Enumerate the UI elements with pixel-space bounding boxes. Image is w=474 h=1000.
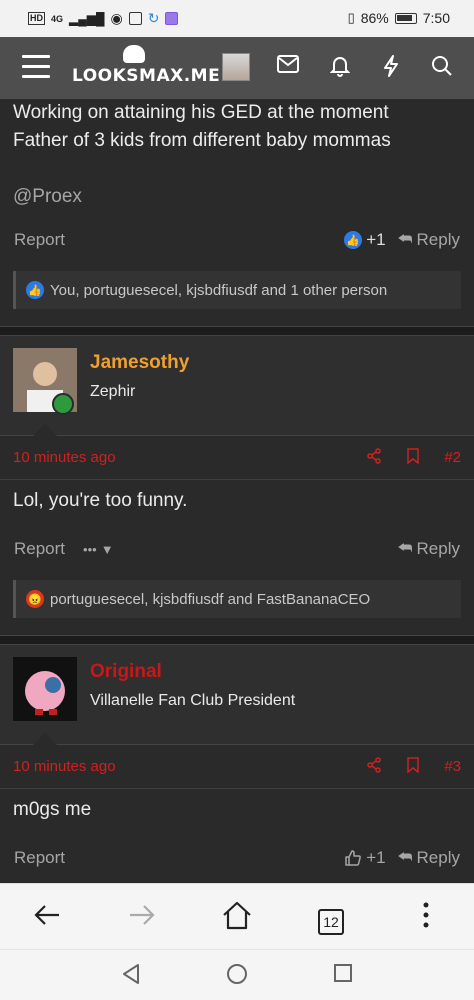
back-arrow-icon[interactable]	[29, 900, 65, 936]
status-bar: HD 4G ▂▄▆█ ◉ ↻ ▯ 86% 7:50	[0, 0, 474, 37]
vibrate-icon: ▯	[347, 10, 355, 25]
reply-icon: ⮪	[397, 540, 413, 557]
post-actions: Report ••• ▼ ⮪ Reply	[0, 534, 474, 564]
forward-arrow-icon[interactable]	[124, 900, 160, 936]
reactions-bar[interactable]: 😠 portuguesecel, kjsbdfiusdf and FastBan…	[13, 580, 461, 618]
search-icon[interactable]	[430, 55, 454, 79]
eye-icon: ◉	[110, 10, 123, 26]
post-divider	[0, 326, 474, 336]
bookmark-icon[interactable]	[406, 447, 420, 468]
username[interactable]: Original	[90, 661, 162, 683]
like-button[interactable]: +1	[344, 848, 386, 868]
post-meta: 10 minutes ago #2	[0, 436, 474, 480]
system-home-icon[interactable]	[225, 963, 249, 987]
user-title: Zephir	[90, 383, 136, 400]
user-block: Jamesothy Zephir	[0, 336, 474, 436]
bolt-icon[interactable]	[379, 55, 403, 79]
battery-percent: 86%	[360, 10, 389, 26]
reply-label: Reply	[416, 539, 460, 558]
browser-toolbar: 12	[0, 883, 474, 949]
report-link[interactable]: Report	[14, 539, 65, 559]
reactions-bar[interactable]: 👍 You, portuguesecel, kjsbdfiusdf and 1 …	[13, 271, 461, 309]
reply-button[interactable]: ⮪ Reply	[398, 230, 460, 250]
like-icon: 👍	[344, 231, 363, 249]
reactions-text: portuguesecel, kjsbdfiusdf and FastBanan…	[50, 590, 371, 608]
app-icon	[165, 12, 179, 25]
pointer-arrow	[33, 733, 57, 745]
mail-icon[interactable]	[276, 55, 300, 79]
signal-icon: ▂▄▆█	[69, 11, 105, 26]
like-count: +1	[366, 230, 386, 249]
post: Working on attaining his GED at the mome…	[0, 99, 474, 326]
post-number[interactable]: #3	[444, 758, 461, 775]
user-block: Original Villanelle Fan Club President	[0, 645, 474, 745]
online-status-icon	[52, 393, 74, 415]
report-link[interactable]: Report	[14, 230, 65, 250]
logo-mark	[123, 45, 145, 63]
share-icon[interactable]	[366, 756, 382, 777]
photo-icon	[128, 12, 142, 25]
reactions-text: You, portuguesecel, kjsbdfiusdf and 1 ot…	[50, 281, 388, 299]
reply-button[interactable]: ⮪ Reply	[398, 848, 460, 868]
home-icon[interactable]	[219, 900, 255, 936]
share-icon[interactable]	[366, 447, 382, 468]
post: Jamesothy Zephir 10 minutes ago #2 Lol, …	[0, 336, 474, 635]
angry-reaction-icon: 😠	[26, 590, 44, 608]
thread-content: Working on attaining his GED at the mome…	[0, 99, 474, 883]
site-name: LOOKSMAX.ME	[72, 66, 221, 86]
reply-icon: ⮪	[397, 231, 413, 248]
username[interactable]: Jamesothy	[90, 352, 189, 374]
tab-count: 12	[318, 909, 344, 935]
post-number[interactable]: #2	[444, 449, 461, 466]
system-recents-icon[interactable]	[331, 963, 355, 987]
hd-icon: HD	[28, 12, 45, 25]
like-count: +1	[366, 848, 386, 867]
post-meta: 10 minutes ago #3	[0, 745, 474, 789]
bell-icon[interactable]	[328, 55, 352, 79]
more-options-button[interactable]: ••• ▼	[83, 542, 114, 557]
network-label: 4G	[51, 13, 64, 24]
avatar[interactable]	[13, 657, 77, 721]
post-actions: Report 👍 +1 ⮪ Reply	[0, 225, 474, 255]
post-time[interactable]: 10 minutes ago	[13, 758, 116, 775]
site-header: LOOKSMAX.ME	[0, 37, 474, 99]
bookmark-icon[interactable]	[406, 756, 420, 777]
post-time[interactable]: 10 minutes ago	[13, 449, 116, 466]
more-dots: •••	[83, 541, 97, 557]
post-actions: Report +1 ⮪ Reply	[0, 843, 474, 873]
loop-icon: ↻	[147, 10, 160, 26]
post-divider	[0, 635, 474, 645]
reply-label: Reply	[416, 230, 460, 249]
like-icon: 👍	[26, 281, 44, 299]
post-line: Father of 3 kids from different baby mom…	[13, 130, 391, 151]
post-line: Working on attaining his GED at the mome…	[13, 102, 389, 123]
more-vert-icon[interactable]	[408, 900, 444, 936]
battery-icon	[394, 12, 417, 24]
chevron-down-icon: ▼	[100, 541, 114, 557]
reply-label: Reply	[416, 848, 460, 867]
pointer-arrow	[33, 424, 57, 436]
like-button[interactable]: 👍 +1	[344, 230, 386, 250]
post-body: Lol, you're too funny.	[13, 490, 188, 511]
user-avatar[interactable]	[222, 53, 250, 81]
user-title: Villanelle Fan Club President	[90, 692, 296, 709]
mention-link[interactable]: @Proex	[0, 183, 474, 211]
site-logo[interactable]: LOOKSMAX.ME	[72, 45, 221, 86]
tabs-button[interactable]: 12	[313, 900, 349, 936]
post: Original Villanelle Fan Club President 1…	[0, 645, 474, 873]
menu-icon[interactable]	[22, 55, 50, 79]
system-navigation-bar	[0, 949, 474, 1000]
reply-icon: ⮪	[397, 849, 413, 866]
thumbs-up-icon	[345, 850, 362, 866]
report-link[interactable]: Report	[14, 848, 65, 868]
post-body: m0gs me	[13, 799, 92, 820]
system-back-icon[interactable]	[119, 963, 143, 987]
clock: 7:50	[422, 10, 450, 26]
reply-button[interactable]: ⮪ Reply	[398, 539, 460, 559]
